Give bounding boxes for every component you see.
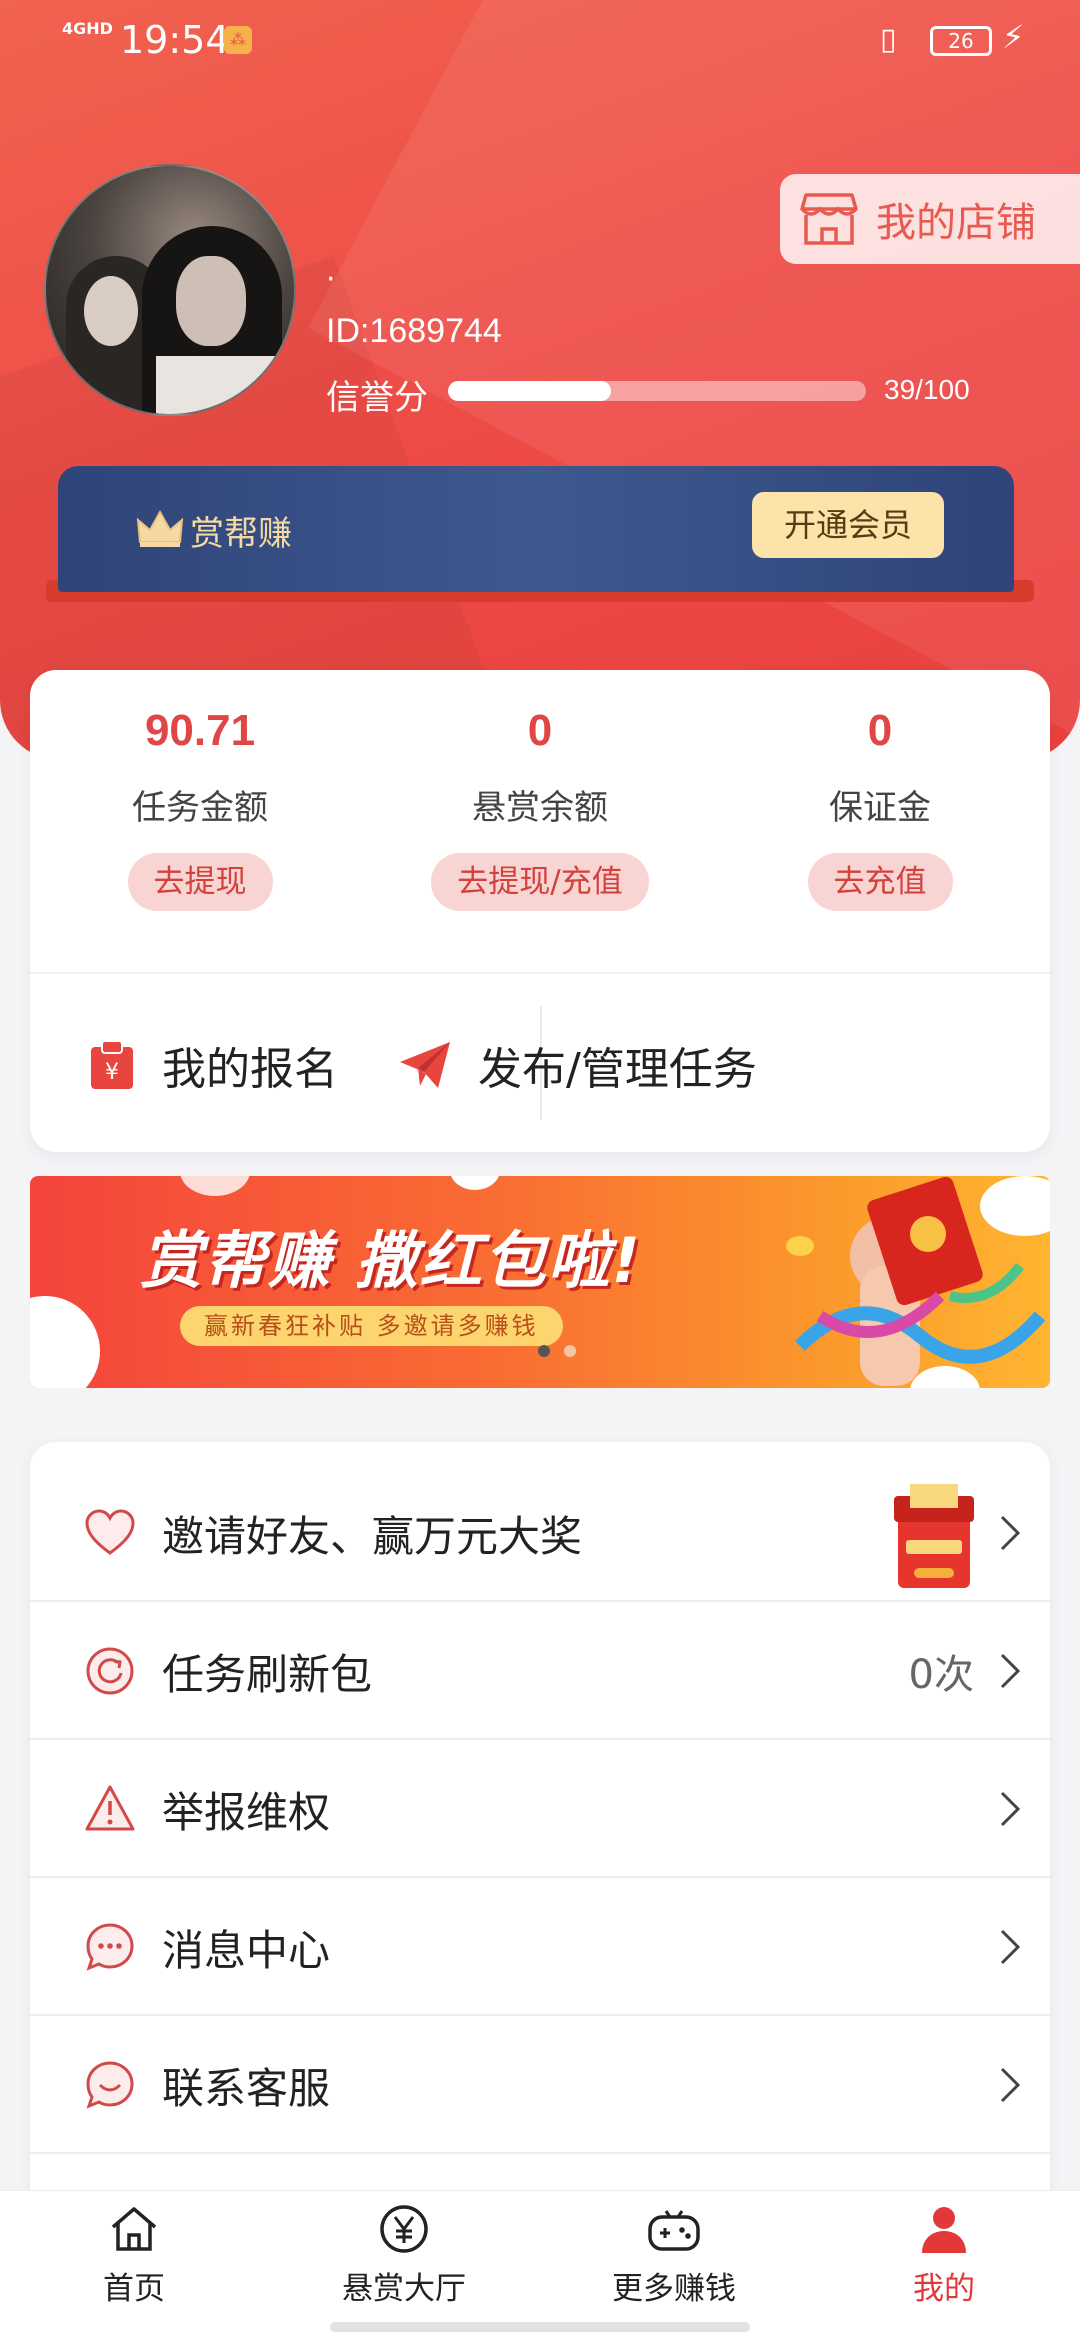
reward-envelope-image — [894, 1484, 974, 1588]
withdraw-button[interactable]: 去提现 — [127, 853, 273, 911]
wallet-card: 90.71 任务金额 去提现 0 悬赏余额 去提现/充值 0 保证金 去充值 ¥… — [30, 670, 1050, 1152]
deposit-label: 保证金 — [829, 788, 931, 828]
credit-score-label: 信誉分 — [326, 378, 428, 418]
smile-icon — [86, 2061, 134, 2109]
paper-plane-icon — [400, 1042, 450, 1088]
my-shop-label: 我的店铺 — [876, 200, 1036, 246]
chevron-right-icon — [1000, 1653, 1021, 1689]
recharge-button[interactable]: 去充值 — [807, 853, 953, 911]
bottom-navigation: 首页 悬赏大厅 更多赚钱 我的 — [0, 2190, 1080, 2340]
credit-score-value: 39/100 — [884, 374, 970, 405]
publish-manage-tasks-label: 发布/管理任务 — [478, 1044, 757, 1095]
promo-headline: 赏帮赚 撒红包啦! — [140, 1224, 642, 1297]
heart-icon — [85, 1509, 135, 1555]
warning-icon — [85, 1785, 135, 1831]
deposit-column: 0 保证金 去充值 — [710, 706, 1050, 911]
carousel-indicator — [538, 1342, 590, 1361]
svg-text:¥: ¥ — [105, 1060, 119, 1085]
crown-icon — [136, 509, 184, 547]
yen-icon — [380, 2205, 428, 2253]
menu-item-label: 举报维权 — [162, 1787, 331, 1837]
store-icon — [800, 193, 858, 245]
reward-balance-label: 悬赏余额 — [472, 788, 608, 828]
vip-brand: 赏帮赚 — [190, 514, 292, 554]
menu-list: 邀请好友、赢万元大奖 任务刷新包 0次 举报维权 消息中心 联系客服 — [30, 1442, 1050, 2202]
network-indicator: 4GHD — [62, 19, 113, 38]
tab-reward-hall[interactable]: 悬赏大厅 — [304, 2203, 504, 2308]
menu-item-message-center[interactable]: 消息中心 — [30, 1880, 1050, 2016]
menu-item-label: 邀请好友、赢万元大奖 — [162, 1511, 583, 1561]
tab-mine[interactable]: 我的 — [844, 2203, 1044, 2308]
vibrate-icon: ▯ — [880, 22, 897, 57]
refresh-icon — [86, 1647, 134, 1695]
battery-icon: 26 — [930, 26, 992, 56]
gamepad-icon — [648, 2210, 700, 2251]
reward-balance-column: 0 悬赏余额 去提现/充值 — [370, 706, 710, 911]
user-id: ID:1689744 — [326, 312, 502, 350]
person-icon — [922, 2207, 966, 2253]
home-icon — [111, 2207, 157, 2251]
tab-label: 悬赏大厅 — [342, 2271, 466, 2307]
clipboard-yen-icon: ¥ — [91, 1040, 133, 1089]
tab-label: 更多赚钱 — [612, 2271, 736, 2307]
withdraw-recharge-button[interactable]: 去提现/充值 — [431, 853, 649, 911]
menu-item-invite-friends[interactable]: 邀请好友、赢万元大奖 — [30, 1466, 1050, 1602]
tab-home[interactable]: 首页 — [34, 2203, 234, 2308]
chat-icon — [86, 1923, 134, 1971]
open-membership-button[interactable]: 开通会员 — [752, 492, 944, 558]
tab-label: 我的 — [913, 2271, 975, 2307]
menu-item-label: 消息中心 — [162, 1925, 331, 1975]
credit-score-bar — [448, 381, 866, 401]
promo-subline: 赢新春狂补贴 多邀请多赚钱 — [180, 1306, 563, 1346]
nickname: · — [326, 262, 336, 297]
chevron-right-icon — [1000, 2067, 1021, 2103]
home-indicator[interactable] — [330, 2322, 750, 2332]
menu-item-customer-service[interactable]: 联系客服 — [30, 2018, 1050, 2154]
menu-item-report[interactable]: 举报维权 — [30, 1742, 1050, 1878]
vip-banner[interactable]: 赏帮赚 开通会员 — [58, 466, 1014, 592]
avatar[interactable] — [44, 164, 296, 416]
chevron-right-icon — [1000, 1515, 1021, 1551]
task-amount-label: 任务金额 — [132, 788, 268, 828]
task-amount-column: 90.71 任务金额 去提现 — [30, 706, 370, 911]
my-signup-button[interactable]: ¥ 我的报名 — [88, 1000, 338, 1130]
reward-balance: 0 — [527, 706, 553, 755]
app-notification-icon: ⁂ — [224, 26, 252, 54]
charging-icon: ⚡ — [1002, 18, 1025, 56]
promo-banner[interactable]: 赏帮赚 撒红包啦! 赢新春狂补贴 多邀请多赚钱 — [30, 1176, 1050, 1388]
tab-more-earnings[interactable]: 更多赚钱 — [574, 2203, 774, 2308]
refresh-count: 0次 — [908, 1652, 974, 1698]
my-signup-label: 我的报名 — [162, 1044, 338, 1095]
red-envelope-hand-illustration — [786, 1176, 1046, 1386]
chevron-right-icon — [1000, 1791, 1021, 1827]
publish-manage-tasks-button[interactable]: 发布/管理任务 — [398, 1000, 757, 1130]
deposit-amount: 0 — [867, 706, 893, 755]
tab-label: 首页 — [103, 2271, 165, 2307]
chevron-right-icon — [1000, 1929, 1021, 1965]
menu-item-label: 联系客服 — [162, 2063, 331, 2113]
status-time: 19:54 — [120, 18, 230, 62]
menu-item-label: 任务刷新包 — [162, 1649, 373, 1699]
task-amount: 90.71 — [144, 706, 256, 755]
status-bar: 4GHD 19:54 ⁂ ▯ 26 ⚡ — [0, 0, 1080, 80]
menu-item-refresh-pack[interactable]: 任务刷新包 0次 — [30, 1604, 1050, 1740]
my-shop-button[interactable]: 我的店铺 — [780, 174, 1080, 264]
